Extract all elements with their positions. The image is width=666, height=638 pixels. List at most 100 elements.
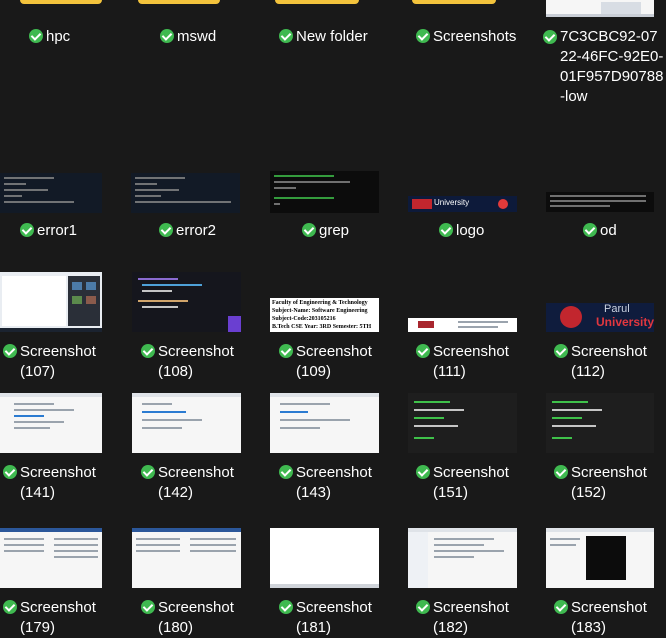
file-item-screenshot-181[interactable]: Screenshot (181) [262,528,402,636]
item-name: Screenshot [20,464,96,481]
item-name-number: (141) [20,484,56,501]
file-item-od[interactable]: od [540,170,666,245]
file-item-screenshot-183[interactable]: Screenshot (183) [540,528,666,636]
file-item-7c3cbc92[interactable]: 7C3CBC92-0722-46FC-92E0-01F957D90788-low [540,0,666,110]
file-item-screenshot-111[interactable]: Screenshot (111) [405,272,540,387]
sync-check-icon [583,223,597,237]
file-item-screenshot-152[interactable]: Screenshot (152) [540,393,666,508]
item-name-number: (179) [20,619,56,636]
file-item-screenshot-180[interactable]: Screenshot (180) [131,528,261,636]
sync-check-icon [141,344,155,358]
folder-item-screenshots[interactable]: Screenshots [405,0,540,60]
image-thumbnail [0,393,102,453]
sync-check-icon [20,223,34,237]
file-item-screenshot-107[interactable]: Screenshot (107) [0,272,130,387]
item-name-number: (111) [433,363,466,380]
sync-check-icon [554,344,568,358]
folder-item-new-folder[interactable]: New folder [262,0,402,60]
item-name-number: (180) [158,619,194,636]
file-item-screenshot-143[interactable]: Screenshot (143) [262,393,402,508]
image-thumbnail [131,173,240,213]
item-name: error1 [37,222,78,239]
item-name-number: (107) [20,363,56,380]
image-thumbnail [132,272,241,332]
item-name: Screenshot [433,599,509,616]
sync-check-icon [554,600,568,614]
item-name: error2 [176,222,217,239]
file-item-screenshot-179[interactable]: Screenshot (179) [0,528,130,636]
image-thumbnail [132,528,241,588]
image-thumbnail [270,171,379,213]
file-item-screenshot-151[interactable]: Screenshot (151) [405,393,540,508]
file-item-screenshot-109[interactable]: Faculty of Engineering & Technology Subj… [262,272,402,387]
image-thumbnail [270,528,379,588]
file-item-screenshot-112[interactable]: Parul University Screenshot (112) [540,272,666,387]
sync-check-icon [554,465,568,479]
item-name: Screenshot [158,343,234,360]
item-name-number: (143) [296,484,332,501]
file-item-error1[interactable]: error1 [0,170,130,245]
image-thumbnail [546,0,654,17]
image-thumbnail [132,393,241,453]
image-thumbnail [0,173,102,213]
item-name: logo [456,222,485,239]
item-name: Screenshot [20,599,96,616]
item-name-number: (112) [571,363,605,380]
file-item-error2[interactable]: error2 [131,170,261,245]
file-item-screenshot-182[interactable]: Screenshot (182) [405,528,540,636]
item-name: Screenshot [296,343,372,360]
item-name-number: (182) [433,619,469,636]
file-item-screenshot-141[interactable]: Screenshot (141) [0,393,130,508]
image-thumbnail [408,318,517,332]
sync-check-icon [416,465,430,479]
image-thumbnail [0,272,102,332]
sync-check-icon [279,344,293,358]
item-name: 7C3CBC92-0722-46FC-92E0-01F957D90788-low [560,28,664,105]
sync-check-icon [141,465,155,479]
item-name: hpc [46,28,71,45]
item-name-number: (152) [571,484,607,501]
sync-check-icon [416,600,430,614]
folder-icon [20,0,102,4]
item-name: mswd [177,28,217,45]
item-name-number: (109) [296,363,332,380]
item-name: Screenshot [20,343,96,360]
sync-check-icon [302,223,316,237]
image-thumbnail [546,192,654,212]
item-name: Screenshot [158,464,234,481]
sync-check-icon [3,344,17,358]
image-thumbnail [546,528,654,588]
file-item-logo[interactable]: University logo [405,170,540,245]
item-name-number: (183) [571,619,607,636]
file-item-screenshot-108[interactable]: Screenshot (108) [131,272,261,387]
file-item-screenshot-142[interactable]: Screenshot (142) [131,393,261,508]
item-name: od [600,222,617,239]
folder-icon [138,0,220,4]
image-thumbnail: Parul University [546,303,654,332]
folder-icon [412,0,496,4]
item-name: New folder [296,28,368,45]
sync-check-icon [159,223,173,237]
item-name-number: (142) [158,484,194,501]
item-name: Screenshot [433,343,509,360]
sync-check-icon [279,600,293,614]
folder-icon [275,0,359,4]
sync-check-icon [279,29,293,43]
file-item-grep[interactable]: grep [262,170,402,245]
item-name-number: (151) [433,484,469,501]
item-name: Screenshot [571,464,647,481]
image-thumbnail: Faculty of Engineering & Technology Subj… [270,298,379,332]
folder-item-hpc[interactable]: hpc [0,0,130,60]
image-thumbnail [408,393,517,453]
sync-check-icon [416,344,430,358]
sync-check-icon [543,30,557,44]
item-name: Screenshot [433,464,509,481]
item-name: Screenshot [158,599,234,616]
item-name: Screenshot [571,343,647,360]
image-thumbnail [270,393,379,453]
sync-check-icon [3,465,17,479]
item-name: Screenshots [433,28,517,45]
folder-item-mswd[interactable]: mswd [131,0,261,60]
sync-check-icon [160,29,174,43]
sync-check-icon [279,465,293,479]
